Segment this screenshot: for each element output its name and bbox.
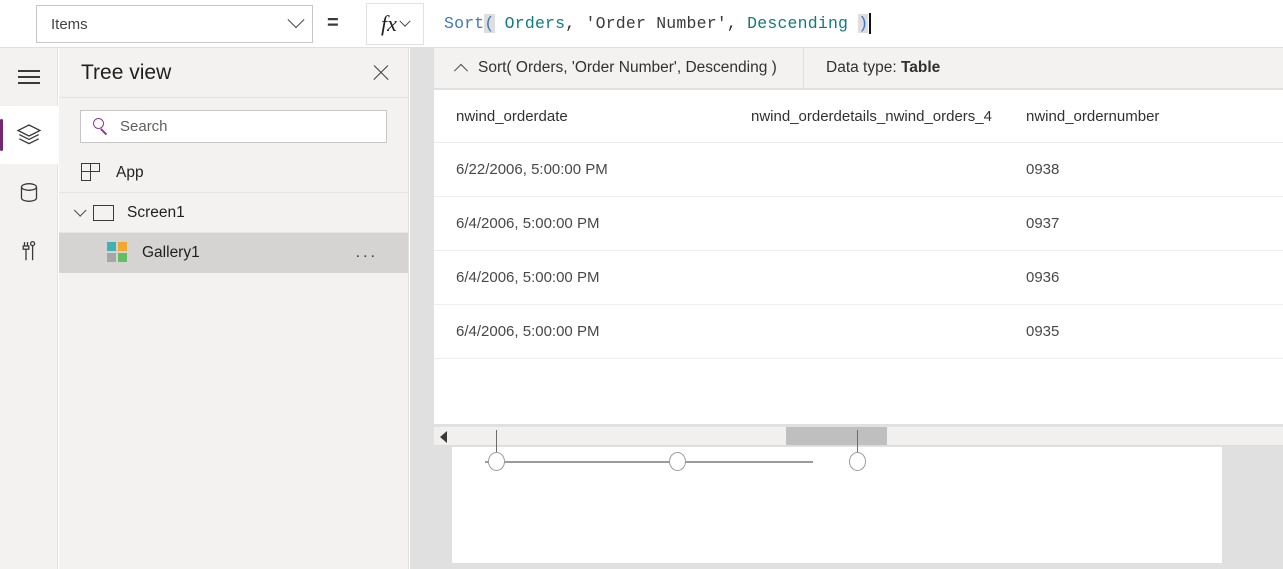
table-header-row: nwind_orderdate nwind_orderdetails_nwind… bbox=[434, 90, 1283, 143]
database-icon bbox=[20, 183, 38, 202]
tree-view-title: Tree view bbox=[81, 60, 172, 84]
cell-orderdate: 6/22/2006, 5:00:00 PM bbox=[456, 161, 608, 178]
data-type-info: Data type: Table bbox=[804, 59, 940, 77]
table-row[interactable]: 6/4/2006, 5:00:00 PM 0937 bbox=[434, 197, 1283, 251]
tree-view-panel: Tree view Search App Screen1 Gallery1 ..… bbox=[59, 48, 409, 569]
column-header[interactable]: nwind_orderdate bbox=[434, 108, 729, 125]
app-icon bbox=[81, 162, 103, 183]
fx-icon: fx bbox=[381, 11, 397, 36]
tree-node-label: App bbox=[116, 163, 144, 181]
scroll-left-icon[interactable] bbox=[440, 431, 447, 443]
main-content-pane: Sort( Orders, 'Order Number', Descending… bbox=[410, 47, 1283, 569]
left-icon-rail bbox=[0, 48, 58, 569]
chevron-down-icon[interactable] bbox=[73, 204, 87, 217]
data-type-value: Table bbox=[900, 59, 941, 76]
tree-node-screen1[interactable]: Screen1 bbox=[59, 193, 408, 233]
gallery-selection-overlay bbox=[452, 430, 1222, 490]
table-row[interactable]: 6/4/2006, 5:00:00 PM 0935 bbox=[434, 305, 1283, 359]
layers-icon bbox=[16, 124, 42, 145]
more-options-icon[interactable]: ... bbox=[356, 244, 408, 262]
cell-orderdate: 6/4/2006, 5:00:00 PM bbox=[456, 269, 600, 286]
search-icon bbox=[93, 118, 110, 135]
table-row[interactable]: 6/4/2006, 5:00:00 PM 0936 bbox=[434, 251, 1283, 305]
app-canvas[interactable] bbox=[452, 430, 1222, 563]
menu-button[interactable] bbox=[0, 48, 58, 106]
cell-ordernumber: 0937 bbox=[1026, 215, 1060, 232]
tools-icon bbox=[22, 240, 36, 261]
cell-ordernumber: 0935 bbox=[1026, 323, 1060, 340]
fx-button[interactable]: fx bbox=[366, 3, 424, 45]
formula-text: Sort( Orders, 'Order Number', Descending… bbox=[444, 14, 869, 33]
formula-bar: Items = fx Sort( Orders, 'Order Number',… bbox=[0, 0, 1283, 48]
selection-connector-line bbox=[485, 461, 813, 463]
data-type-label: Data type: bbox=[826, 59, 897, 76]
insert-button[interactable] bbox=[0, 222, 58, 280]
cell-ordernumber: 0936 bbox=[1026, 269, 1060, 286]
column-header[interactable]: nwind_ordernumber bbox=[1004, 108, 1279, 125]
search-input[interactable]: Search bbox=[80, 110, 387, 143]
cell-orderdate: 6/4/2006, 5:00:00 PM bbox=[456, 323, 600, 340]
selection-handle[interactable] bbox=[669, 452, 686, 471]
tree-node-gallery1[interactable]: Gallery1 ... bbox=[59, 233, 408, 273]
formula-summary-text: Sort( Orders, 'Order Number', Descending… bbox=[478, 59, 777, 76]
chevron-up-icon[interactable] bbox=[453, 63, 469, 78]
screen-icon bbox=[93, 204, 114, 221]
equals-sign: = bbox=[327, 12, 339, 34]
property-dropdown-value: Items bbox=[51, 15, 88, 33]
tree-node-label: Gallery1 bbox=[142, 244, 200, 261]
cell-ordernumber: 0938 bbox=[1026, 161, 1060, 178]
tree-node-label: Screen1 bbox=[127, 203, 185, 221]
data-preview-table: nwind_orderdate nwind_orderdetails_nwind… bbox=[434, 90, 1283, 424]
tree-node-app[interactable]: App bbox=[59, 153, 408, 193]
table-row[interactable]: 6/22/2006, 5:00:00 PM 0938 bbox=[434, 143, 1283, 197]
cell-orderdate: 6/4/2006, 5:00:00 PM bbox=[456, 215, 600, 232]
hamburger-icon bbox=[18, 70, 40, 84]
text-caret bbox=[869, 13, 871, 34]
column-header[interactable]: n bbox=[1279, 108, 1283, 125]
tree-view-button[interactable] bbox=[0, 106, 58, 164]
selection-handle[interactable] bbox=[849, 452, 866, 471]
property-dropdown[interactable]: Items bbox=[36, 5, 313, 43]
selection-handle[interactable] bbox=[488, 452, 505, 471]
column-header[interactable]: nwind_orderdetails_nwind_orders_4 bbox=[729, 108, 1004, 125]
search-container: Search bbox=[59, 98, 408, 153]
data-button[interactable] bbox=[0, 164, 58, 222]
close-icon[interactable] bbox=[372, 64, 390, 82]
tree-view-header: Tree view bbox=[59, 48, 408, 98]
chevron-down-icon bbox=[399, 15, 411, 27]
gallery-icon bbox=[107, 242, 129, 264]
chevron-down-icon bbox=[287, 11, 305, 29]
formula-input[interactable]: Sort( Orders, 'Order Number', Descending… bbox=[434, 0, 1283, 47]
formula-info-bar: Sort( Orders, 'Order Number', Descending… bbox=[434, 47, 1283, 89]
formula-summary-group[interactable]: Sort( Orders, 'Order Number', Descending… bbox=[434, 47, 804, 89]
search-placeholder: Search bbox=[120, 118, 168, 135]
